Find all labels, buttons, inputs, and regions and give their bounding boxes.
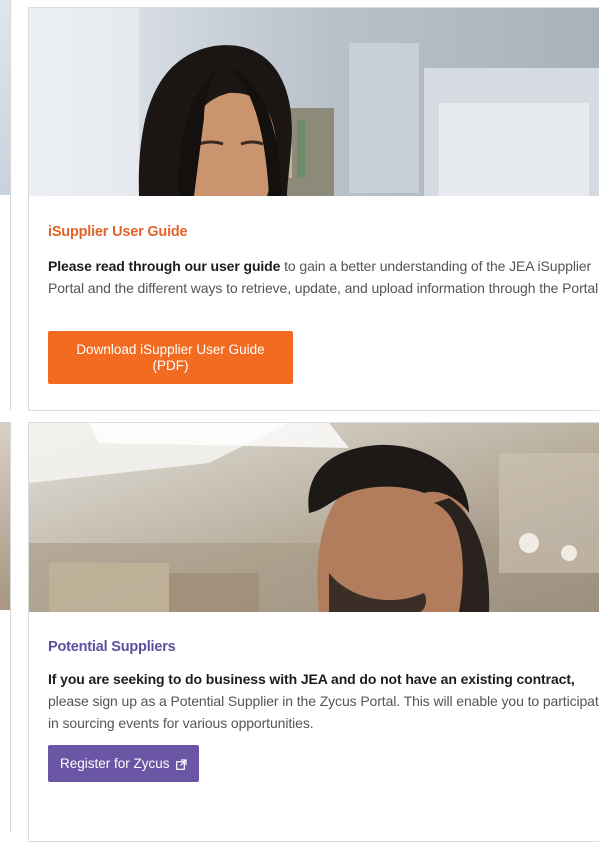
external-link-icon bbox=[175, 758, 187, 770]
register-zycus-label: Register for Zycus bbox=[60, 756, 170, 771]
previous-card-partial bbox=[0, 422, 11, 832]
card-description: Please read through our user guide to ga… bbox=[48, 255, 599, 299]
card-description-bold: If you are seeking to do business with J… bbox=[48, 671, 575, 687]
download-user-guide-label: Download iSupplier User Guide (PDF) bbox=[76, 341, 265, 373]
card-title: Potential Suppliers bbox=[48, 639, 176, 655]
woman-looking-down-photo bbox=[29, 8, 599, 196]
card-description-bold: Please read through our user guide bbox=[48, 258, 281, 274]
register-zycus-button[interactable]: Register for Zycus bbox=[48, 745, 199, 782]
isupplier-guide-card: iSupplier User Guide Please read through… bbox=[28, 7, 599, 411]
card-description: If you are seeking to do business with J… bbox=[48, 668, 599, 734]
previous-card-image bbox=[0, 422, 10, 610]
previous-card-image bbox=[0, 0, 10, 195]
man-looking-down-photo bbox=[29, 423, 599, 612]
potential-suppliers-card: Potential Suppliers If you are seeking t… bbox=[28, 422, 599, 842]
card-description-text: please sign up as a Potential Supplier i… bbox=[48, 693, 599, 731]
card-title: iSupplier User Guide bbox=[48, 224, 188, 240]
download-user-guide-button[interactable]: Download iSupplier User Guide (PDF) bbox=[48, 331, 293, 384]
previous-card-partial bbox=[0, 0, 11, 410]
